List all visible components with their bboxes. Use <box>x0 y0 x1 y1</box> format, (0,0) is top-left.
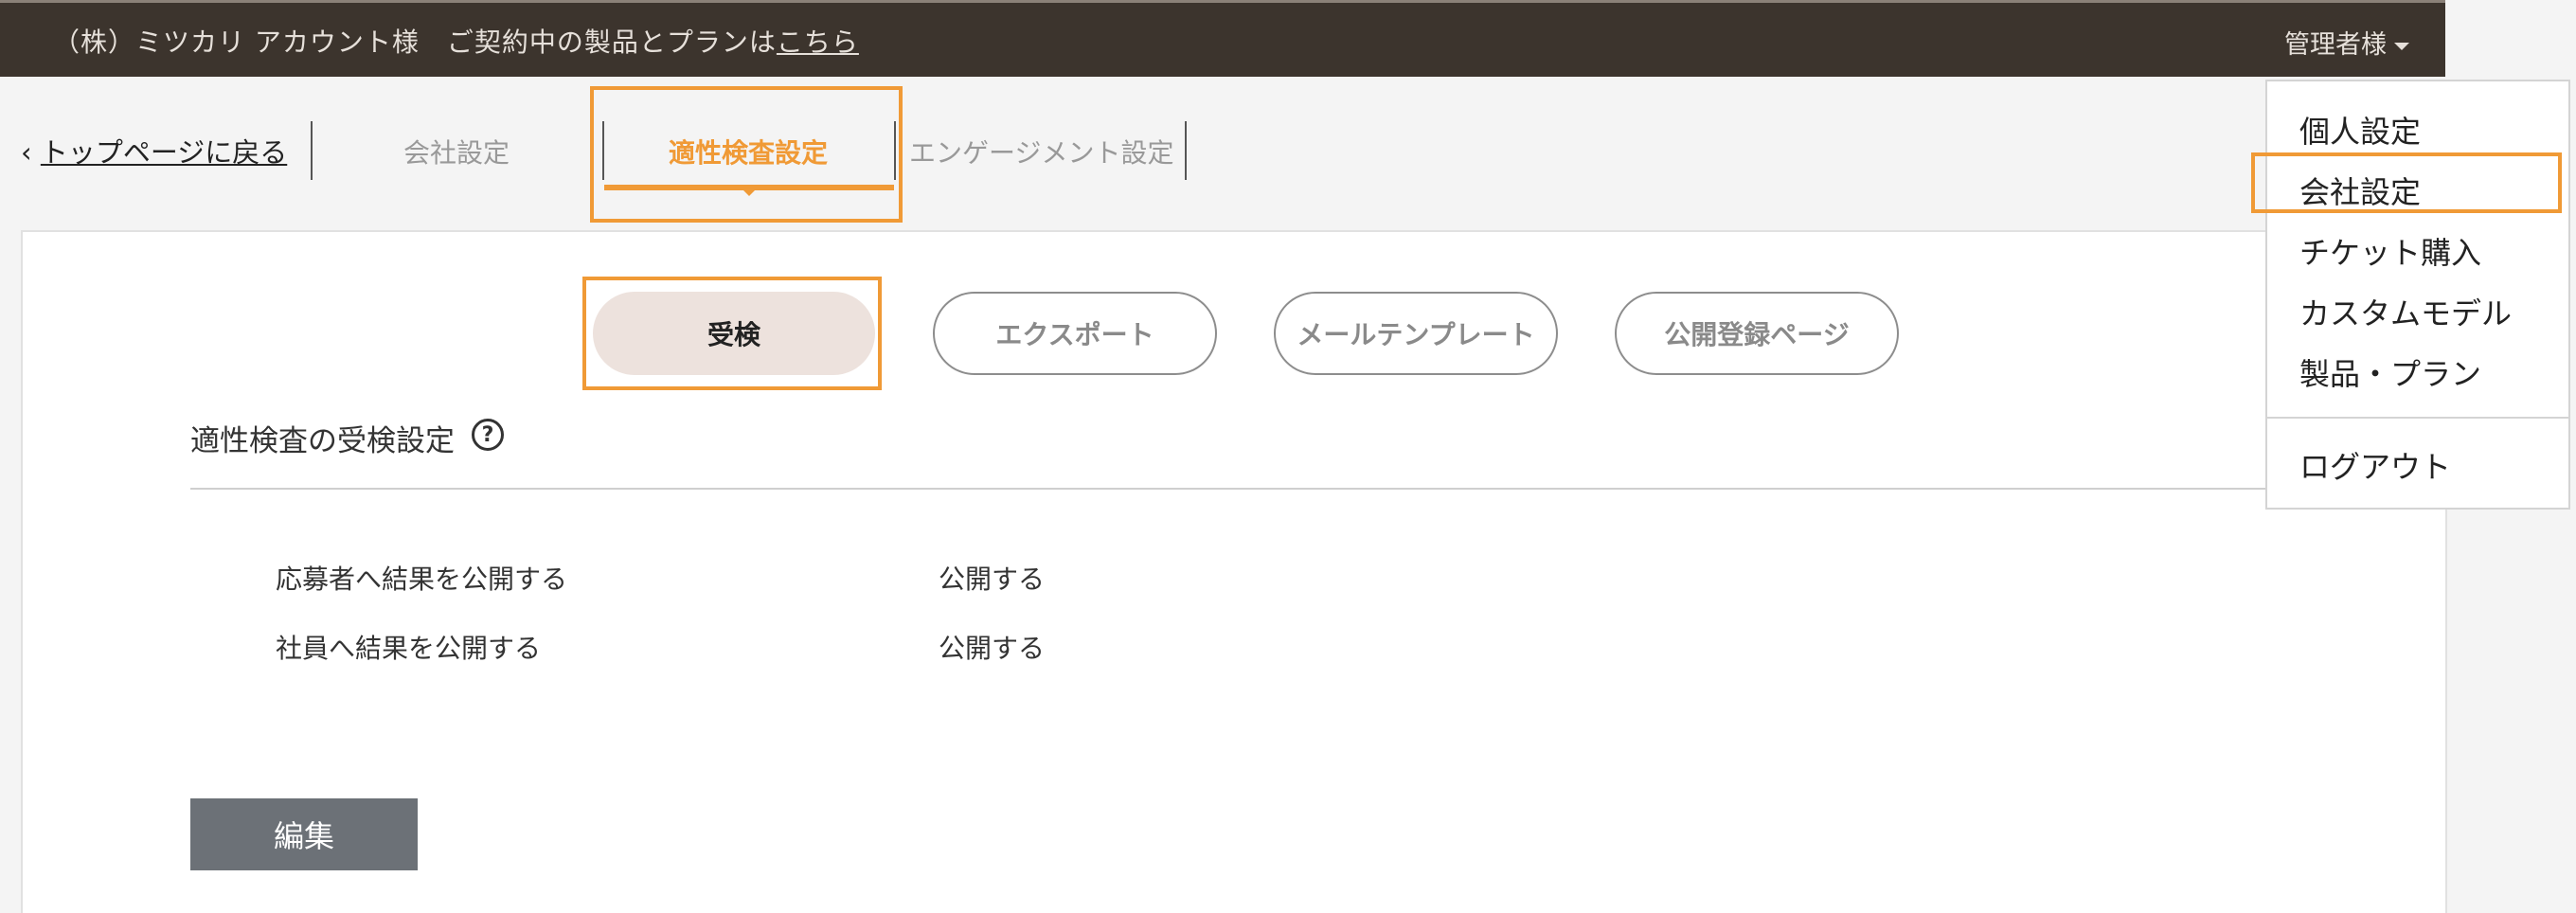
back-to-top-link[interactable]: ‹ トップページに戻る <box>21 131 287 170</box>
menu-item-custom-model[interactable]: カスタムモデル <box>2299 290 2512 333</box>
nav-divider <box>311 121 313 180</box>
tab-exam[interactable]: 受検 <box>593 292 875 375</box>
active-tab-pointer <box>742 188 757 196</box>
nav-divider <box>1185 121 1187 180</box>
nav-divider <box>894 121 896 180</box>
user-dropdown-menu: 個人設定 会社設定 チケット購入 カスタムモデル 製品・プラン ログアウト <box>2265 80 2570 510</box>
edit-button[interactable]: 編集 <box>190 798 418 870</box>
company-contract-text: （株）ミツカリ アカウント様 ご契約中の製品とプランはこちら <box>53 22 859 60</box>
tab-mail-template[interactable]: メールテンプレート <box>1274 292 1558 375</box>
menu-item-personal-settings[interactable]: 個人設定 <box>2299 108 2421 152</box>
tab-company-settings[interactable]: 会社設定 <box>403 133 510 170</box>
chevron-left-icon: ‹ <box>21 136 32 169</box>
menu-item-ticket-purchase[interactable]: チケット購入 <box>2299 229 2481 273</box>
setting-label-applicant-results: 応募者へ結果を公開する <box>276 564 568 595</box>
nav-divider <box>602 121 604 180</box>
setting-value-employee-results: 公開する <box>939 633 1046 664</box>
help-icon[interactable]: ? <box>472 419 504 451</box>
user-menu-label: 管理者様 <box>2284 30 2387 60</box>
tab-public-registration-page[interactable]: 公開登録ページ <box>1615 292 1899 375</box>
setting-label-employee-results: 社員へ結果を公開する <box>276 633 542 664</box>
tab-export[interactable]: エクスポート <box>933 292 1217 375</box>
menu-item-company-settings[interactable]: 会社設定 <box>2299 169 2421 212</box>
tab-engagement-settings[interactable]: エンゲージメント設定 <box>909 133 1173 170</box>
setting-value-applicant-results: 公開する <box>939 564 1046 595</box>
caret-down-icon <box>2394 42 2409 50</box>
section-divider <box>190 488 2447 490</box>
top-header-bar: （株）ミツカリ アカウント様 ご契約中の製品とプランはこちら 管理者様 <box>0 0 2445 77</box>
menu-item-logout[interactable]: ログアウト <box>2299 443 2451 487</box>
back-to-top-label: トップページに戻る <box>40 136 288 169</box>
company-name: （株）ミツカリ アカウント様 ご契約中の製品とプランは <box>53 27 777 58</box>
menu-item-products-plans[interactable]: 製品・プラン <box>2299 350 2481 394</box>
menu-divider <box>2267 417 2568 419</box>
tab-aptitude-test-settings[interactable]: 適性検査設定 <box>669 133 828 170</box>
user-menu-toggle[interactable]: 管理者様 <box>2284 24 2409 61</box>
plan-details-link[interactable]: こちら <box>777 27 859 58</box>
section-title: 適性検査の受検設定 <box>190 424 455 458</box>
